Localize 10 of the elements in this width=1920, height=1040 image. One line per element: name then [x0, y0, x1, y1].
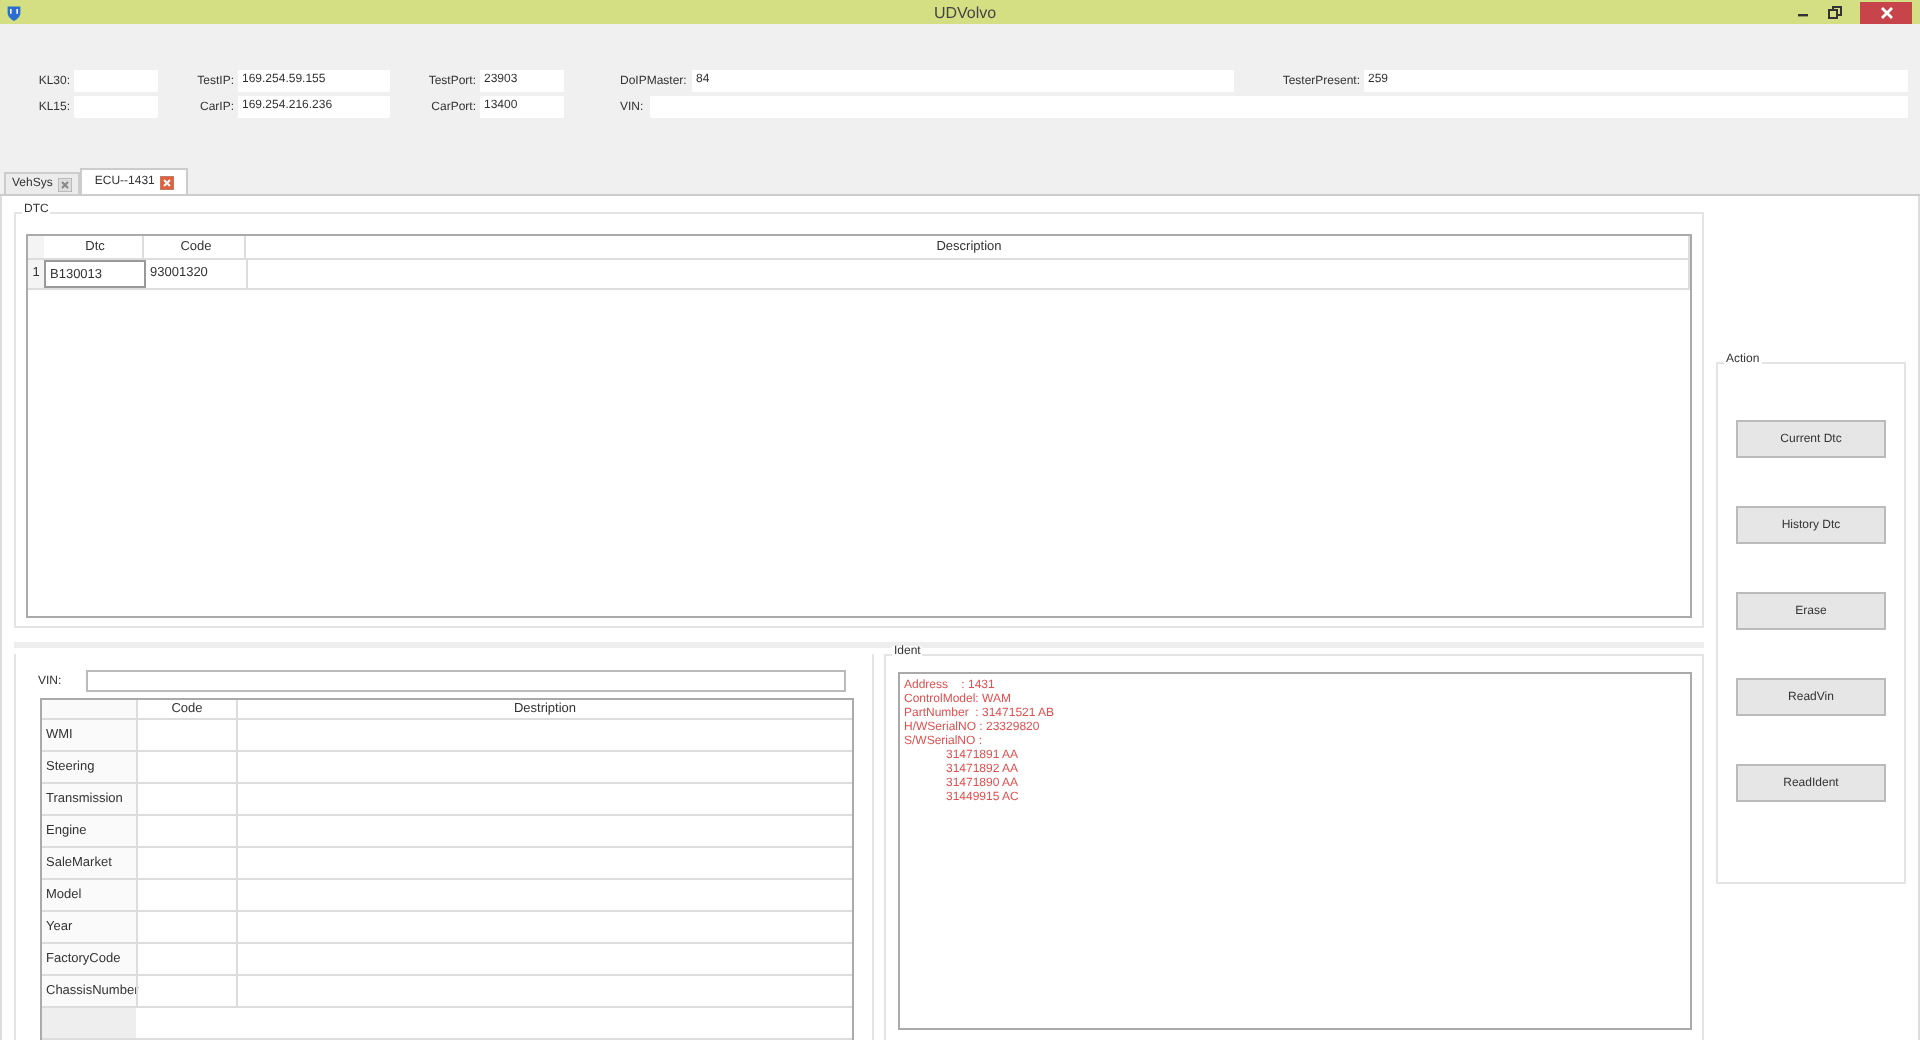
close-icon — [1879, 5, 1893, 19]
close-icon[interactable] — [160, 175, 175, 189]
close-icon[interactable] — [58, 177, 73, 191]
vin-field[interactable] — [86, 670, 846, 692]
window-title: UDVolvo — [931, 3, 999, 21]
row-header-cell — [42, 1008, 136, 1038]
corner-cell — [42, 700, 136, 718]
restore-icon[interactable] — [1828, 5, 1842, 19]
shield-icon — [6, 3, 22, 21]
close-button[interactable] — [1860, 1, 1912, 23]
